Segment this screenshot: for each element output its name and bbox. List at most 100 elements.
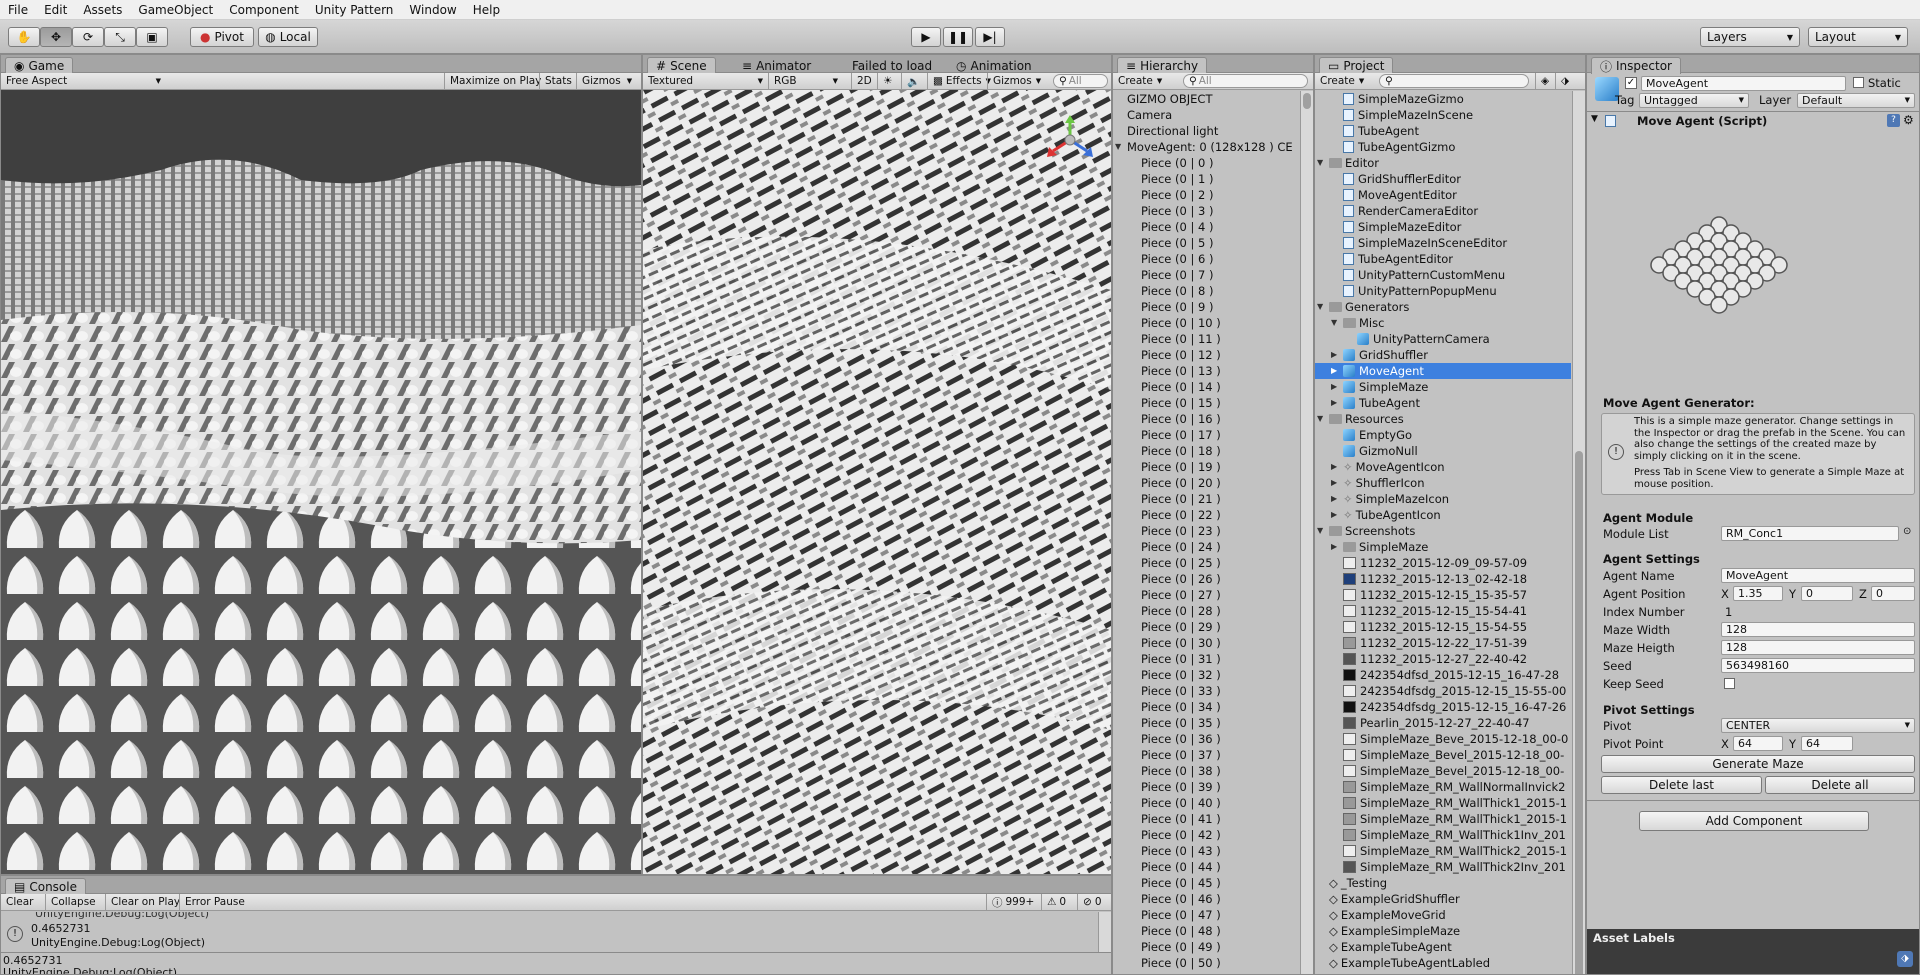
project-item[interactable]: 242354dfsd_2015-12-15_16-47-28 [1315,667,1571,683]
project-item[interactable]: 11232_2015-12-13_02-42-18 [1315,571,1571,587]
hierarchy-item[interactable]: Piece (0 | 29 ) [1113,619,1299,635]
hierarchy-item[interactable]: Piece (0 | 7 ) [1113,267,1299,283]
project-item[interactable]: 242354dfsdg_2015-12-15_15-55-00 [1315,683,1571,699]
project-item[interactable]: SimpleMazeInSceneEditor [1315,235,1571,251]
project-item[interactable]: ◇ ExampleTubeAgent [1315,939,1571,955]
project-item[interactable]: SimpleMaze_RM_WallThick1_2015-1 [1315,795,1571,811]
stats-toggle[interactable]: Stats [539,73,577,89]
foldout-arrow-icon[interactable]: ▶ [1331,459,1341,475]
scene-search-input[interactable]: ⚲ All [1053,74,1108,88]
hierarchy-item[interactable]: Piece (0 | 32 ) [1113,667,1299,683]
project-item[interactable]: SimpleMaze_RM_WallThick2_2015-1 [1315,843,1571,859]
tab-project[interactable]: ▭ Project [1319,57,1394,74]
menu-unity-pattern[interactable]: Unity Pattern [307,3,402,17]
foldout-arrow-icon[interactable]: ▶ [1331,395,1341,411]
layout-dropdown[interactable]: Layout ▼ [1808,27,1908,47]
foldout-arrow-icon[interactable]: ▶ [1331,347,1341,363]
hierarchy-item[interactable]: Piece (0 | 33 ) [1113,683,1299,699]
project-item[interactable]: TubeAgentGizmo [1315,139,1571,155]
menu-file[interactable]: File [0,3,36,17]
gear-icon[interactable]: ⚙ [1903,113,1914,127]
shading-dropdown[interactable]: Textured ▼ [643,73,768,89]
menu-assets[interactable]: Assets [75,3,130,17]
hierarchy-item[interactable]: Piece (0 | 15 ) [1113,395,1299,411]
tag-dropdown[interactable]: Untagged ▼ [1639,93,1749,108]
hierarchy-item[interactable]: Piece (0 | 35 ) [1113,715,1299,731]
error-filter-toggle[interactable]: ⊘ 0 [1077,894,1107,910]
rect-tool-button[interactable]: ▣ [136,27,168,47]
hierarchy-item[interactable]: Piece (0 | 46 ) [1113,891,1299,907]
project-item[interactable]: SimpleMaze_Bevel_2015-12-18_00- [1315,747,1571,763]
foldout-arrow-icon[interactable]: ▶ [1331,475,1341,491]
hierarchy-item[interactable]: Piece (0 | 38 ) [1113,763,1299,779]
hierarchy-item[interactable]: Piece (0 | 31 ) [1113,651,1299,667]
project-item[interactable]: SimpleMaze_RM_WallNormalInvick2 [1315,779,1571,795]
game-viewport[interactable] [1,90,641,874]
project-item[interactable]: SimpleMaze_RM_WallThick2Inv_201 [1315,859,1571,875]
pivot-dropdown[interactable]: CENTER ▼ [1721,718,1915,733]
foldout-arrow-icon[interactable]: ▼ [1331,315,1341,331]
log-filter-toggle[interactable]: ⓘ 999+ [986,894,1039,910]
hierarchy-item[interactable]: Piece (0 | 16 ) [1113,411,1299,427]
delete-all-button[interactable]: Delete all [1765,776,1915,794]
pos-y-field[interactable]: 0 [1801,586,1853,601]
project-item[interactable]: SimpleMaze_RM_WallThick1Inv_201 [1315,827,1571,843]
project-item[interactable]: ▶ GridShuffler [1315,347,1571,363]
tab-game[interactable]: ◉ Game [5,57,74,74]
maze-height-field[interactable]: 128 [1721,640,1915,655]
hierarchy-item[interactable]: Piece (0 | 26 ) [1113,571,1299,587]
hierarchy-item[interactable]: Piece (0 | 45 ) [1113,875,1299,891]
hierarchy-item[interactable]: Piece (0 | 11 ) [1113,331,1299,347]
agent-name-field[interactable]: MoveAgent [1721,568,1915,583]
active-checkbox[interactable]: ✓ [1625,77,1637,89]
project-item[interactable]: 11232_2015-12-15_15-54-55 [1315,619,1571,635]
hierarchy-item[interactable]: Piece (0 | 20 ) [1113,475,1299,491]
static-checkbox[interactable] [1853,77,1864,88]
project-item[interactable]: ▼ Misc [1315,315,1571,331]
project-item[interactable]: ◇ ExampleSimpleMaze [1315,923,1571,939]
hierarchy-item[interactable]: Piece (0 | 25 ) [1113,555,1299,571]
hierarchy-item[interactable]: Piece (0 | 10 ) [1113,315,1299,331]
project-item[interactable]: ▶ SimpleMaze [1315,539,1571,555]
generate-maze-button[interactable]: Generate Maze [1601,755,1915,773]
hierarchy-item[interactable]: GIZMO OBJECT [1113,91,1299,107]
object-picker-icon[interactable]: ⊙ [1903,526,1911,537]
hierarchy-scrollbar[interactable] [1300,91,1313,974]
console-clear-on-play-toggle[interactable]: Clear on Play [105,894,185,910]
console-scrollbar[interactable] [1098,912,1111,952]
pos-z-field[interactable]: 0 [1871,586,1915,601]
hierarchy-item[interactable]: Piece (0 | 27 ) [1113,587,1299,603]
menu-component[interactable]: Component [221,3,307,17]
hierarchy-item[interactable]: Piece (0 | 4 ) [1113,219,1299,235]
hand-tool-button[interactable]: ✋ [8,27,40,47]
foldout-arrow-icon[interactable]: ▶ [1331,363,1341,379]
filter-type-button[interactable]: ◈ [1535,73,1554,89]
console-collapse-toggle[interactable]: Collapse [45,894,101,910]
hierarchy-item[interactable]: Piece (0 | 40 ) [1113,795,1299,811]
hierarchy-item[interactable]: Piece (0 | 13 ) [1113,363,1299,379]
foldout-arrow-icon[interactable]: ▼ [1317,155,1327,171]
hierarchy-item[interactable]: Piece (0 | 19 ) [1113,459,1299,475]
hierarchy-scroll-thumb[interactable] [1303,93,1311,109]
project-item[interactable]: ▶ ✧ MoveAgentIcon [1315,459,1571,475]
hierarchy-item[interactable]: Piece (0 | 2 ) [1113,187,1299,203]
project-item[interactable]: MoveAgentEditor [1315,187,1571,203]
project-item[interactable]: ◇ ExampleTubeAgentLabled [1315,955,1571,971]
hierarchy-item[interactable]: Piece (0 | 50 ) [1113,955,1299,971]
project-item[interactable]: EmptyGo [1315,427,1571,443]
hierarchy-item[interactable]: Piece (0 | 44 ) [1113,859,1299,875]
filter-label-button[interactable]: ⬗ [1555,73,1574,89]
maximize-on-play-toggle[interactable]: Maximize on Play [444,73,546,89]
hierarchy-item[interactable]: Directional light [1113,123,1299,139]
rotate-tool-button[interactable]: ⟳ [72,27,104,47]
pivot-point-y-field[interactable]: 64 [1801,736,1853,751]
warning-filter-toggle[interactable]: ⚠ 0 [1041,894,1071,910]
hierarchy-item[interactable]: Piece (0 | 5 ) [1113,235,1299,251]
project-search-input[interactable]: ⚲ [1379,74,1529,88]
hierarchy-item[interactable]: Piece (0 | 18 ) [1113,443,1299,459]
project-item[interactable]: GizmoNull [1315,443,1571,459]
hierarchy-item[interactable]: Piece (0 | 21 ) [1113,491,1299,507]
hierarchy-item[interactable]: Piece (0 | 28 ) [1113,603,1299,619]
layer-dropdown[interactable]: Default ▼ [1797,93,1915,108]
hierarchy-item[interactable]: Piece (0 | 43 ) [1113,843,1299,859]
